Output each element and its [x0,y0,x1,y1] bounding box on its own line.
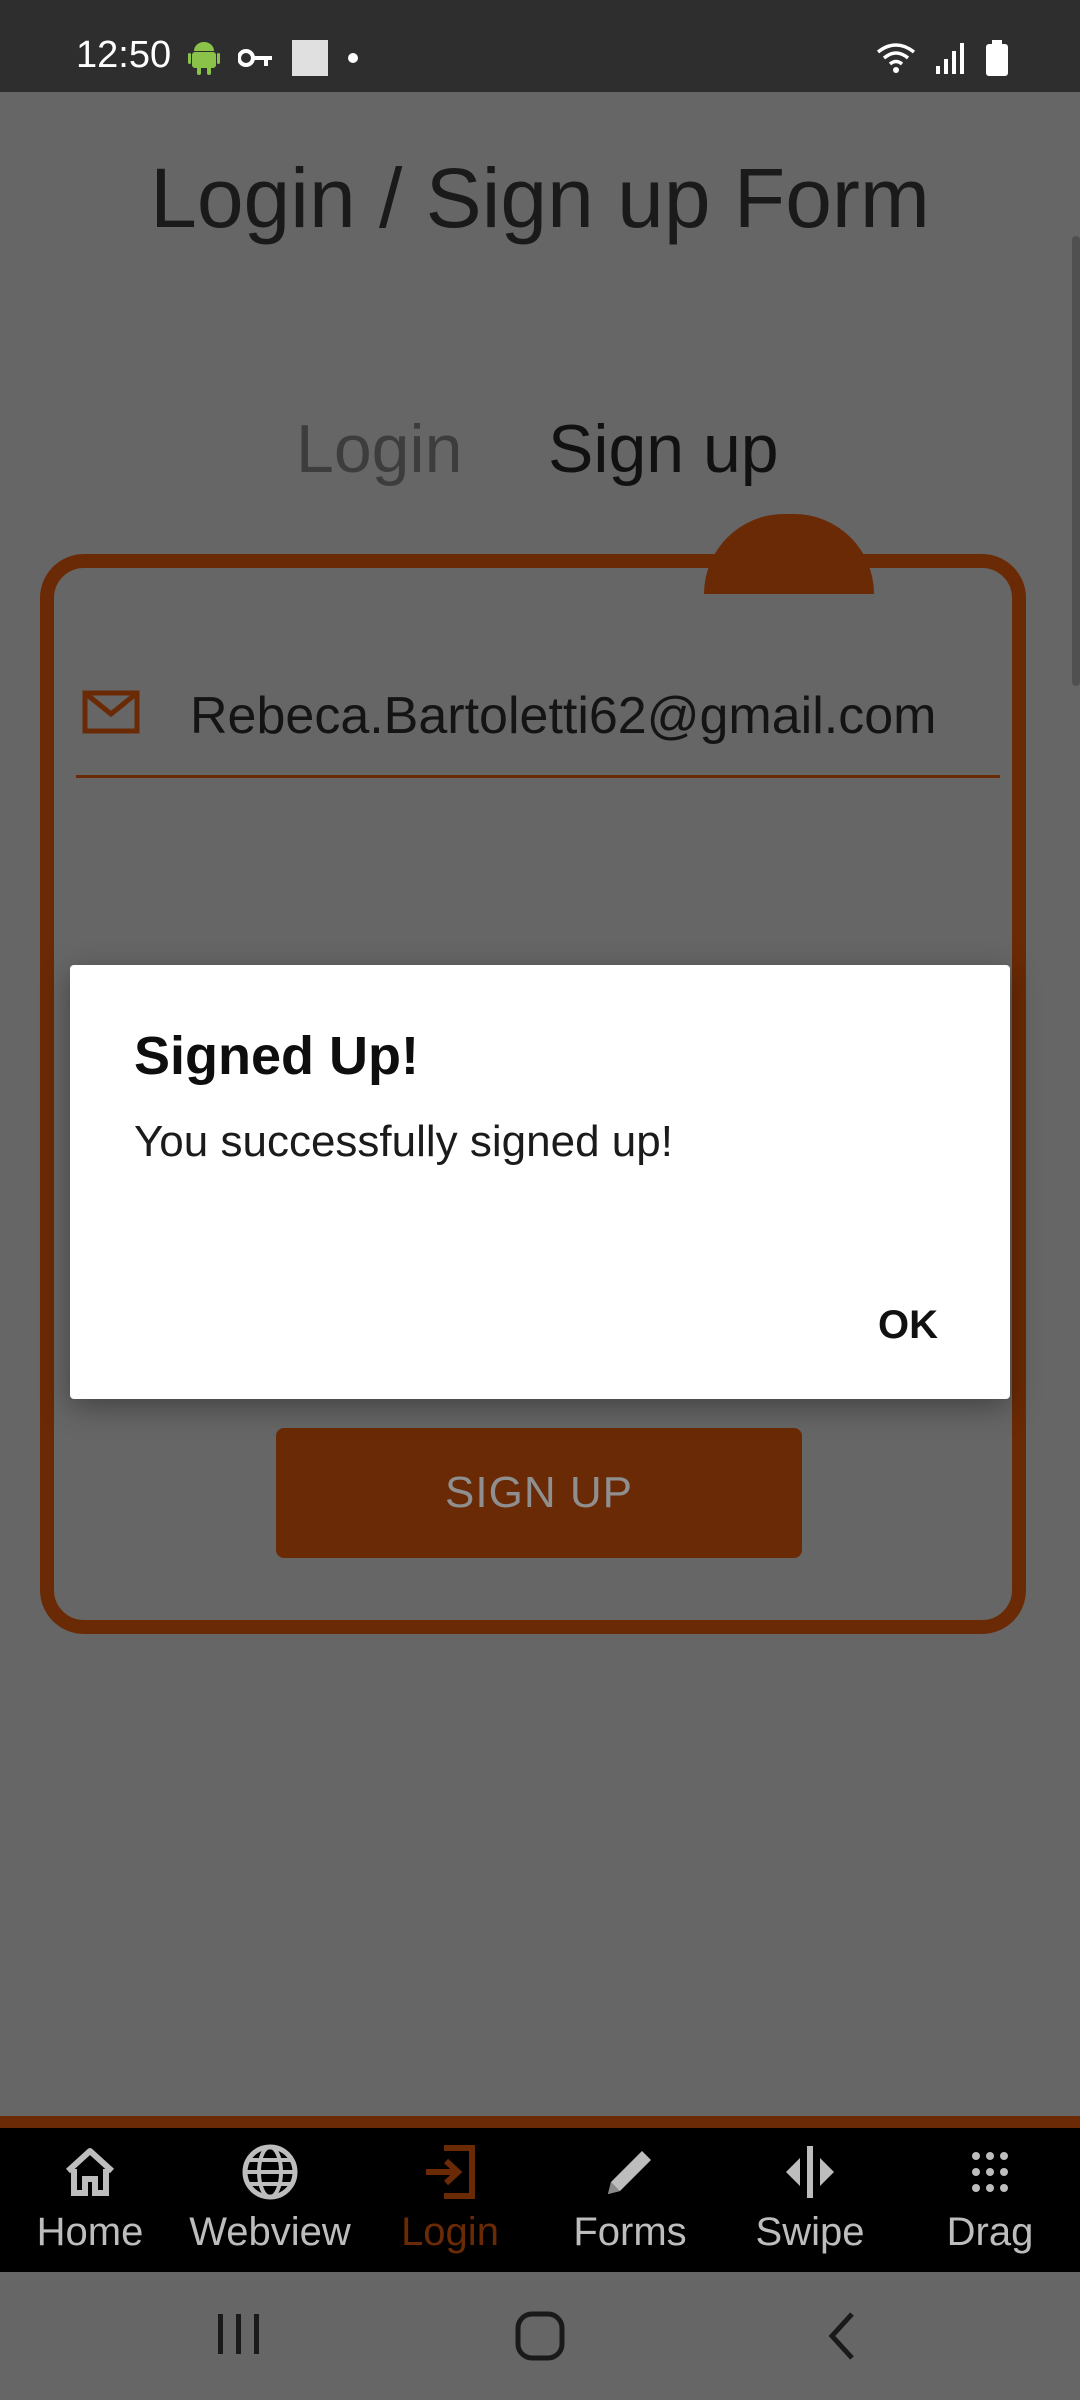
dialog-ok-button[interactable]: OK [870,1297,946,1354]
bottom-nav-top-border [0,2116,1080,2128]
sign-up-button[interactable]: SIGN UP [276,1428,802,1558]
nav-label-drag: Drag [946,2210,1034,2254]
nav-label-webview: Webview [189,2210,351,2254]
tab-login[interactable]: Login [296,410,462,488]
square-icon [292,40,328,81]
nav-item-login[interactable]: Login [360,2140,540,2270]
nav-label-swipe: Swipe [755,2210,865,2254]
status-bar: 12:50 [0,0,1080,92]
globe-icon [180,2140,360,2204]
nav-item-drag[interactable]: Drag [900,2140,1080,2270]
status-left-icons [188,40,360,81]
battery-icon [986,40,1008,81]
dialog-message: You successfully signed up! [134,1117,673,1166]
recents-icon[interactable] [214,2310,264,2363]
nav-item-webview[interactable]: Webview [180,2140,360,2270]
email-field-underline [76,775,1000,778]
tab-sign-up[interactable]: Sign up [548,410,779,488]
swipe-icon [720,2140,900,2204]
status-time: 12:50 [76,34,172,76]
key-icon [237,46,274,75]
email-field[interactable]: Rebeca.Bartoletti62@gmail.com [190,686,936,746]
android-icon [188,40,220,81]
signal-icon [936,42,966,79]
signed-up-dialog: Signed Up! You successfully signed up! O… [70,965,1010,1399]
nav-label-login: Login [401,2210,499,2254]
nav-label-forms: Forms [573,2210,687,2254]
email-icon [82,690,140,739]
home-icon [0,2140,180,2204]
dialog-title: Signed Up! [134,1026,419,1086]
nav-label-home: Home [36,2210,144,2254]
nav-item-swipe[interactable]: Swipe [720,2140,900,2270]
dot-icon [346,51,360,70]
drag-icon [900,2140,1080,2204]
status-right-icons [876,40,1008,81]
nav-item-forms[interactable]: Forms [540,2140,720,2270]
nav-item-home[interactable]: Home [0,2140,180,2270]
back-icon[interactable] [824,2310,860,2367]
login-icon [360,2140,540,2204]
pencil-icon [540,2140,720,2204]
page-title: Login / Sign up Form [150,151,930,245]
home-nav-icon[interactable] [514,2310,566,2367]
wifi-icon [876,42,916,79]
scroll-indicator [1072,236,1080,686]
